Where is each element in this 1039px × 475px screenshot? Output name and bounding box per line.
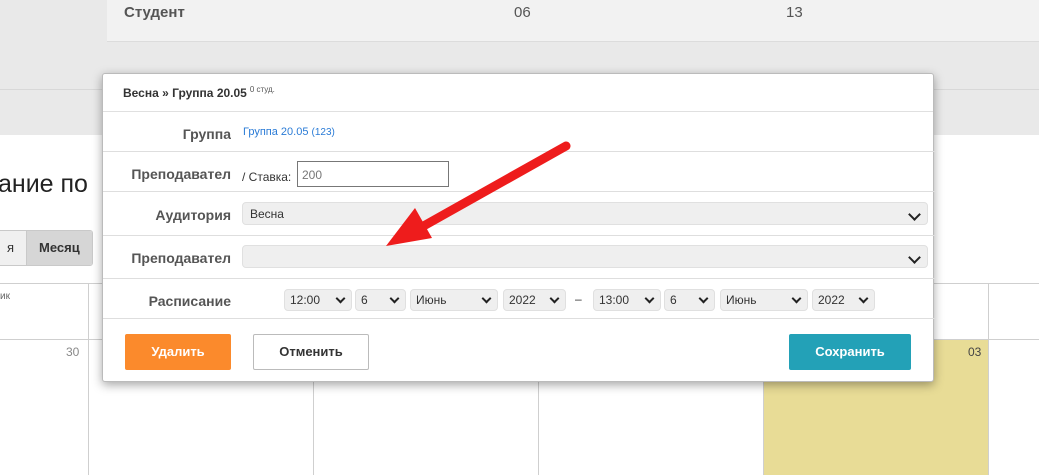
student-header-row (107, 0, 1039, 42)
start-time-select[interactable]: 12:00 (284, 289, 352, 311)
start-time-value: 12:00 (290, 293, 321, 307)
chevron-down-icon (335, 293, 346, 304)
rate-input[interactable]: 200 (297, 161, 449, 187)
room-select-value: Весна (250, 207, 284, 221)
calendar-divider (988, 284, 989, 475)
calendar-date: 03 (968, 345, 982, 359)
student-column-header: Студент (124, 4, 185, 21)
column-header-06: 06 (514, 4, 531, 21)
chevron-down-icon (389, 293, 400, 304)
schedule-row: Расписание 12:00 6 Июнь 2022 – 13:00 6 И… (103, 279, 935, 319)
calendar-divider (88, 284, 89, 475)
teacher-rate-row: Преподавател / Ставка: 200 (103, 152, 935, 192)
chevron-down-icon (791, 293, 802, 304)
group-link-name[interactable]: Группа 20.05 (243, 126, 308, 138)
room-label: Аудитория (155, 207, 231, 223)
chevron-down-icon (908, 251, 921, 264)
cancel-button[interactable]: Отменить (253, 334, 369, 370)
start-year-value: 2022 (509, 293, 536, 307)
view-switcher: я Месяц (0, 230, 93, 266)
view-button-month[interactable]: Месяц (26, 231, 92, 265)
teacher-select-row: Преподавател (103, 236, 935, 279)
room-row: Аудитория Весна (103, 192, 935, 236)
group-row: Группа Группа 20.05 (123) (103, 112, 935, 152)
calendar-date: 30 (66, 345, 80, 359)
delete-button[interactable]: Удалить (125, 334, 231, 370)
group-link[interactable]: Группа 20.05 (123) (243, 126, 335, 138)
end-time-select[interactable]: 13:00 (593, 289, 661, 311)
column-header-13: 13 (786, 4, 803, 21)
view-button-week[interactable]: я (0, 231, 27, 265)
teacher-select[interactable] (242, 245, 928, 268)
save-button[interactable]: Сохранить (789, 334, 911, 370)
dialog-title-text: Весна » Группа 20.05 (123, 86, 247, 100)
day-name-label: ик (0, 291, 10, 302)
room-select[interactable]: Весна (242, 202, 928, 225)
start-month-select[interactable]: Июнь (410, 289, 498, 311)
end-day-value: 6 (670, 293, 677, 307)
student-count: 0 студ. (249, 85, 275, 94)
schedule-label: Расписание (148, 293, 231, 309)
group-link-count[interactable]: (123) (312, 127, 335, 138)
start-month-value: Июнь (416, 293, 447, 307)
end-month-value: Июнь (726, 293, 757, 307)
chevron-down-icon (698, 293, 709, 304)
start-day-select[interactable]: 6 (355, 289, 406, 311)
range-separator: – (575, 292, 582, 306)
rate-label: / Ставка: (242, 170, 292, 184)
chevron-down-icon (908, 208, 921, 221)
edit-lesson-dialog: Весна » Группа 20.05 0 студ. Группа Групп… (102, 73, 935, 382)
end-day-select[interactable]: 6 (664, 289, 715, 311)
teacher-select-label: Преподавател (131, 250, 231, 266)
teacher-label: Преподавател (131, 166, 231, 182)
chevron-down-icon (481, 293, 492, 304)
dialog-title: Весна » Группа 20.05 0 студ. (103, 74, 933, 112)
start-year-select[interactable]: 2022 (503, 289, 566, 311)
start-day-value: 6 (361, 293, 368, 307)
end-year-select[interactable]: 2022 (812, 289, 875, 311)
end-month-select[interactable]: Июнь (720, 289, 808, 311)
chevron-down-icon (858, 293, 869, 304)
page-heading: ание по (0, 170, 88, 198)
chevron-down-icon (644, 293, 655, 304)
chevron-down-icon (549, 293, 560, 304)
end-year-value: 2022 (818, 293, 845, 307)
end-time-value: 13:00 (599, 293, 630, 307)
group-label: Группа (182, 126, 231, 142)
